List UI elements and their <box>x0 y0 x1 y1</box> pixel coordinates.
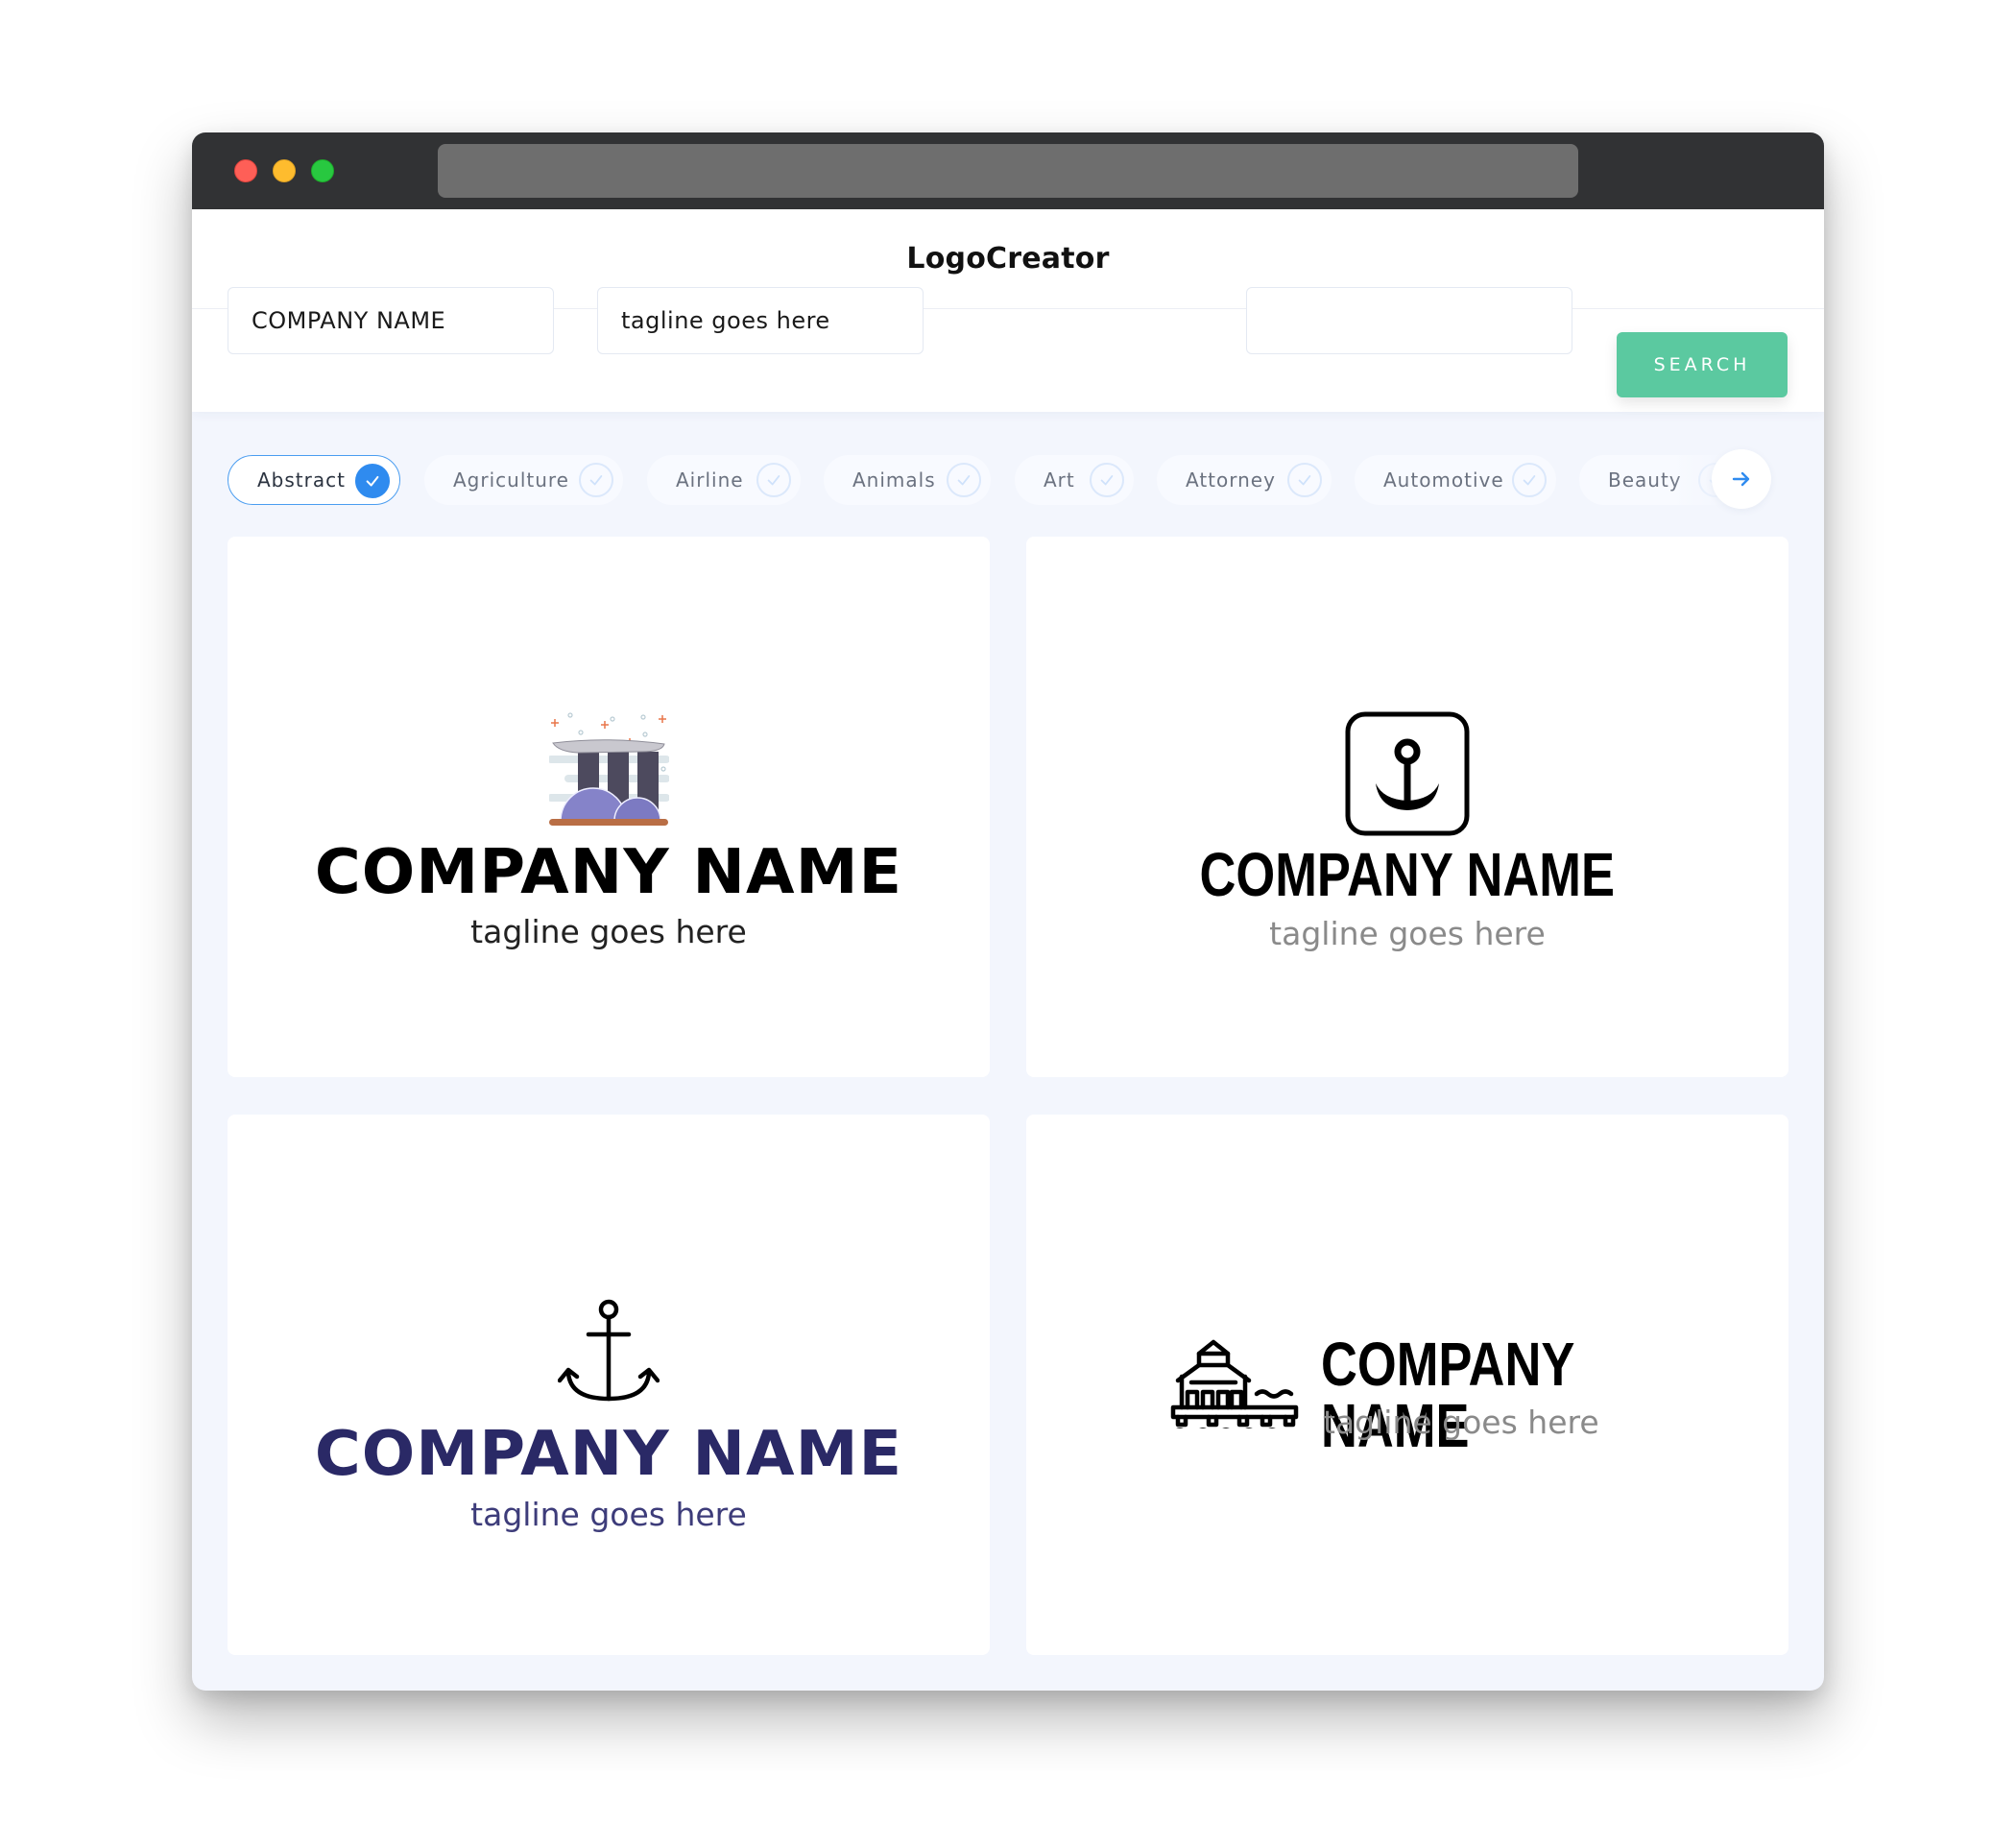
check-icon <box>1512 463 1547 497</box>
logo-card[interactable]: COMPANY NAME tagline goes here <box>228 537 990 1077</box>
category-chip-animals[interactable]: Animals <box>824 455 991 505</box>
company-name-text: COMPANY NAME <box>314 1419 903 1490</box>
logo-card[interactable]: COMPANY NAME tagline goes here <box>1026 1115 1788 1655</box>
category-label: Art <box>1044 468 1075 492</box>
category-chip-abstract[interactable]: Abstract <box>228 455 400 505</box>
anchor-square-icon <box>1345 711 1470 836</box>
check-icon <box>947 463 981 497</box>
category-chip-attorney[interactable]: Attorney <box>1157 455 1332 505</box>
browser-window: LogoCreator COMPANY NAME tagline goes he… <box>192 132 1824 1691</box>
check-icon <box>1287 463 1322 497</box>
tagline-text: tagline goes here <box>470 913 747 950</box>
check-icon <box>1090 463 1124 497</box>
tagline-input[interactable]: tagline goes here <box>597 287 924 354</box>
category-label: Airline <box>676 468 744 492</box>
check-icon <box>579 463 613 497</box>
category-label: Animals <box>852 468 936 492</box>
category-chip-agriculture[interactable]: Agriculture <box>424 455 623 505</box>
search-button[interactable]: SEARCH <box>1617 332 1788 397</box>
logo-card[interactable]: COMPANY NAME tagline goes here <box>228 1115 990 1655</box>
anchor-icon <box>558 1299 660 1402</box>
keyword-input[interactable] <box>1246 287 1572 354</box>
window-titlebar <box>192 132 1824 209</box>
address-bar[interactable] <box>438 144 1578 198</box>
category-label: Abstract <box>257 468 346 492</box>
check-icon <box>355 464 390 498</box>
category-filter-bar: Abstract Agriculture Airline Animals Art <box>192 449 1824 516</box>
category-chip-art[interactable]: Art <box>1015 455 1134 505</box>
company-name-text: COMPANY NAME <box>314 837 903 908</box>
arrow-right-icon <box>1732 471 1750 487</box>
maximize-window-button[interactable] <box>311 159 334 182</box>
check-icon <box>756 463 791 497</box>
app-title: LogoCreator <box>906 242 1110 276</box>
tagline-text: tagline goes here <box>1269 915 1546 952</box>
logo-card[interactable]: COMPANY NAME tagline goes here <box>1026 537 1788 1077</box>
minimize-window-button[interactable] <box>273 159 296 182</box>
category-label: Automotive <box>1383 468 1504 492</box>
category-label: Agriculture <box>453 468 569 492</box>
tagline-text: tagline goes here <box>1323 1404 1599 1441</box>
category-label: Attorney <box>1186 468 1276 492</box>
category-chip-airline[interactable]: Airline <box>647 455 801 505</box>
marina-bay-sands-icon <box>549 712 669 826</box>
tagline-text: tagline goes here <box>470 1496 747 1533</box>
company-name-text: COMPANY NAME <box>1199 840 1616 909</box>
pier-building-icon <box>1170 1339 1299 1428</box>
close-window-button[interactable] <box>234 159 257 182</box>
category-chip-automotive[interactable]: Automotive <box>1355 455 1556 505</box>
company-name-input[interactable]: COMPANY NAME <box>228 287 554 354</box>
scroll-categories-right-button[interactable] <box>1712 449 1771 509</box>
